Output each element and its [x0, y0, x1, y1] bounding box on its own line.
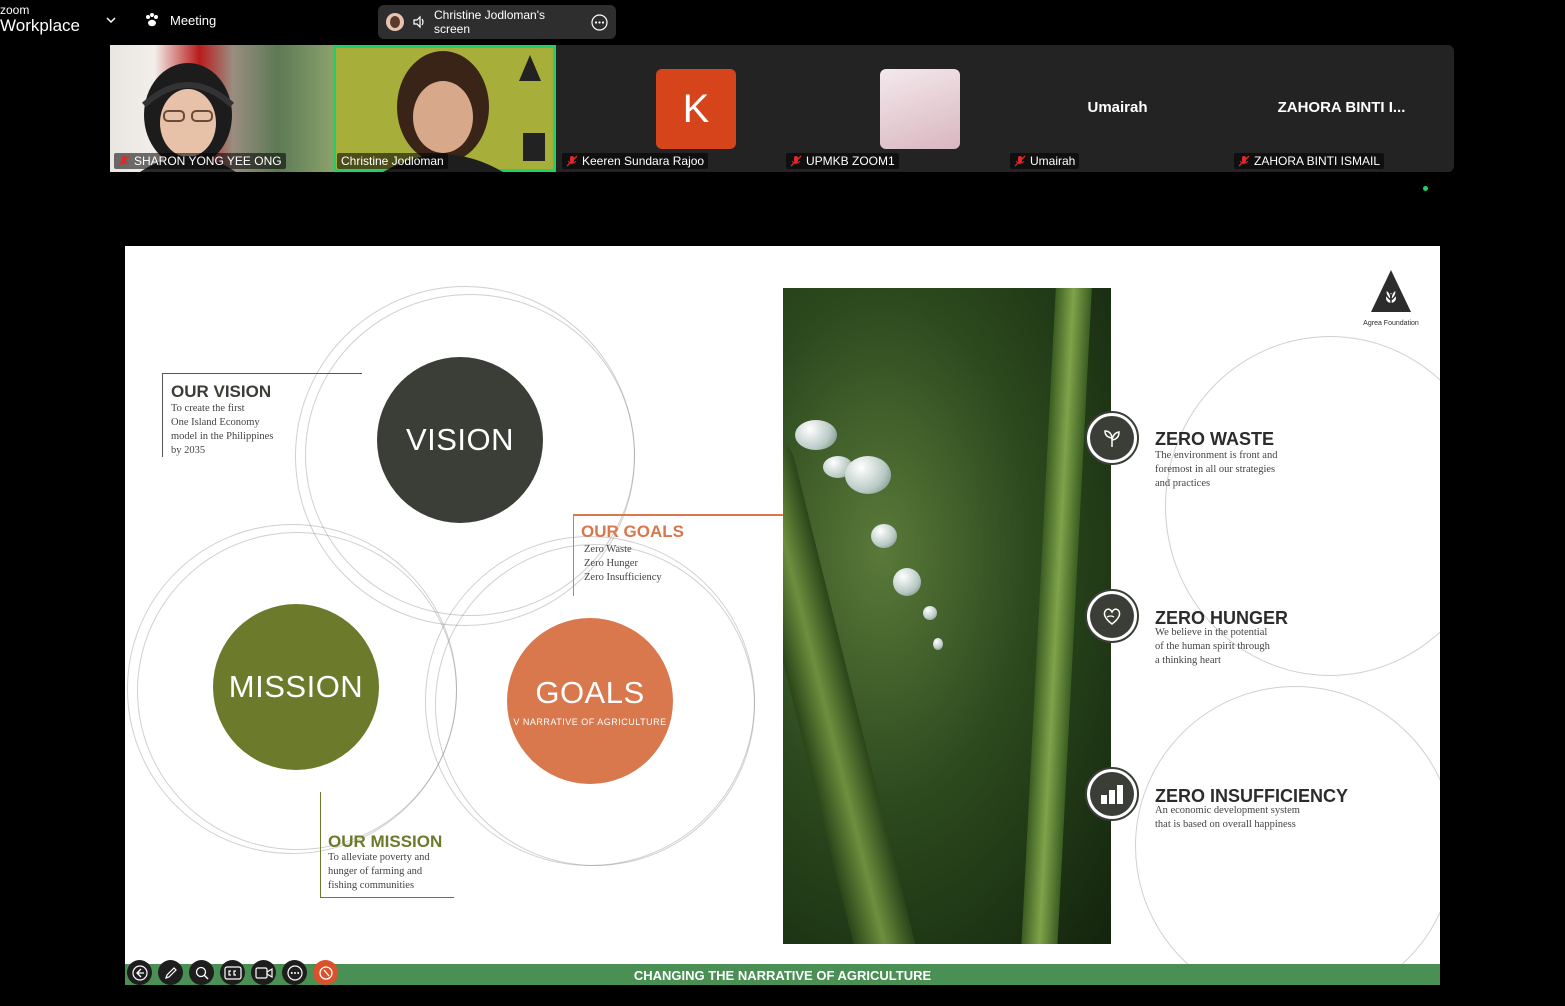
camera-button[interactable] — [251, 960, 276, 985]
shared-screen: VISION MISSION GOALS V NARRATIVE OF AGRI… — [125, 177, 1440, 987]
goals-circle: GOALS V NARRATIVE OF AGRICULTURE — [507, 618, 673, 784]
pen-icon — [164, 966, 177, 979]
zoom-icon — [195, 966, 209, 980]
mic-off-icon — [1238, 155, 1250, 167]
tree-logo-icon — [1371, 270, 1411, 312]
meeting-label: Meeting — [170, 12, 217, 28]
zero-waste-title: ZERO WASTE — [1155, 429, 1275, 449]
mic-off-icon — [118, 155, 130, 167]
participant-name-label: UPMKB ZOOM1 — [786, 153, 899, 169]
top-bar: zoom Workplace Meeting Christine Jodloma… — [0, 0, 1565, 42]
participant-tile[interactable]: Umairah Umairah — [1006, 45, 1229, 172]
status-indicator — [1423, 186, 1428, 191]
participant-name-label: SHARON YONG YEE ONG — [114, 153, 286, 169]
meeting-menu[interactable]: Meeting — [144, 12, 216, 28]
mission-text: To alleviate poverty and hunger of farmi… — [328, 852, 430, 891]
zero-hunger-text: We believe in the potential of the human… — [1155, 627, 1270, 666]
participant-tile[interactable]: SHARON YONG YEE ONG — [110, 45, 333, 172]
stop-icon — [318, 965, 333, 980]
chevron-down-icon[interactable] — [104, 13, 118, 27]
zoom-logo: zoom Workplace — [0, 3, 80, 35]
zero-waste-text: The environment is front and foremost in… — [1155, 450, 1278, 489]
mic-off-icon — [1014, 155, 1026, 167]
participant-tile[interactable]: ZAHORA BINTI I... ZAHORA BINTI ISMAIL — [1230, 45, 1453, 172]
ellipsis-icon — [286, 964, 303, 981]
captions-button[interactable] — [220, 960, 245, 985]
screen-share-indicator[interactable]: Christine Jodloman's screen — [378, 5, 616, 39]
mission-title: OUR MISSION — [328, 832, 443, 851]
participant-tile[interactable]: UPMKB ZOOM1 — [782, 45, 1005, 172]
grass-photo — [783, 288, 1111, 944]
mic-off-icon — [790, 155, 802, 167]
participant-tile[interactable]: K Keeren Sundara Rajoo — [558, 45, 781, 172]
zero-waste-badge — [1085, 411, 1139, 465]
participant-strip: SHARON YONG YEE ONG Christine Jodloman K… — [110, 45, 1454, 172]
more-icon[interactable] — [591, 13, 608, 31]
zero-hunger-badge — [1085, 589, 1139, 643]
goals-bracket — [573, 514, 574, 596]
presentation-toolbar — [127, 960, 338, 985]
back-button[interactable] — [127, 960, 152, 985]
participant-name-label: ZAHORA BINTI ISMAIL — [1234, 153, 1385, 169]
participant-display-name: Umairah — [1087, 99, 1148, 116]
heart-hand-icon — [1103, 608, 1121, 625]
cc-icon — [223, 965, 242, 980]
foundation-logo: Agrea Foundation — [1361, 268, 1421, 327]
avatar — [386, 13, 404, 31]
participant-display-name: ZAHORA BINTI I... — [1277, 99, 1406, 116]
vision-circle: VISION — [377, 357, 543, 523]
presentation-slide: VISION MISSION GOALS V NARRATIVE OF AGRI… — [125, 246, 1440, 964]
bar-chart-icon — [1101, 785, 1123, 804]
zero-insufficiency-text: An economic development system that is b… — [1155, 805, 1300, 830]
vision-text: To create the first One Island Economy m… — [171, 403, 274, 456]
vision-title: OUR VISION — [171, 382, 272, 401]
speaker-icon — [413, 15, 424, 29]
paw-icon — [146, 13, 158, 27]
mic-off-icon — [566, 155, 578, 167]
pen-button[interactable] — [158, 960, 183, 985]
goals-text: Zero Waste Zero Hunger Zero Insufficienc… — [584, 544, 662, 583]
participant-tile[interactable]: Christine Jodloman — [333, 45, 556, 172]
back-icon — [131, 964, 148, 981]
participant-name-label: Umairah — [1010, 153, 1080, 169]
goals-title: OUR GOALS — [581, 522, 684, 541]
avatar — [880, 69, 960, 149]
share-label: Christine Jodloman's screen — [434, 8, 546, 36]
zoom-button[interactable] — [189, 960, 214, 985]
participant-name-label: Keeren Sundara Rajoo — [562, 153, 709, 169]
more-options-button[interactable] — [282, 960, 307, 985]
leaf-icon — [1104, 430, 1120, 447]
stop-button[interactable] — [313, 960, 338, 985]
avatar: K — [656, 69, 736, 149]
participant-name-label: Christine Jodloman — [337, 153, 448, 169]
camera-icon — [254, 966, 273, 979]
mission-circle: MISSION — [213, 604, 379, 770]
zero-insufficiency-badge — [1085, 767, 1139, 821]
